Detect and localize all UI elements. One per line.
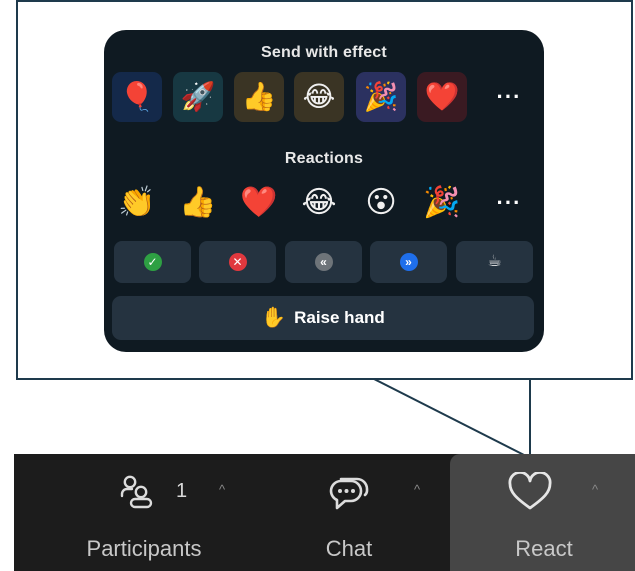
reactions-more-button[interactable]: ··· xyxy=(489,183,529,223)
participant-count: 1 xyxy=(176,480,188,502)
effect-thumbs-up-button[interactable]: 👍 xyxy=(234,72,284,122)
chat-button[interactable]: Chat xyxy=(294,454,404,571)
chat-label: Chat xyxy=(325,536,373,561)
reaction-open-mouth-button[interactable]: 😮 xyxy=(356,180,406,226)
go-slower-button[interactable]: « xyxy=(285,241,362,283)
status-row: ✓ ✕ « » ☕ xyxy=(104,241,544,283)
party-popper-icon: 🎉 xyxy=(423,186,461,219)
raised-hand-icon: ✋ xyxy=(261,307,287,329)
heart-outline-icon xyxy=(508,472,552,510)
effect-heart-button[interactable]: ❤️ xyxy=(417,72,467,122)
coffee-icon: ☕ xyxy=(487,253,502,270)
reaction-tears-of-joy-button[interactable]: 😂 xyxy=(294,180,344,226)
reaction-clapping-hands-button[interactable]: 👏 xyxy=(112,180,162,226)
thumbs-up-icon: 👍 xyxy=(179,186,217,219)
reactions-title: Reactions xyxy=(284,150,364,167)
participants-icon xyxy=(120,475,153,509)
rewind-icon: « xyxy=(314,253,333,271)
x-icon: ✕ xyxy=(228,253,247,271)
raise-hand-label: Raise hand xyxy=(294,308,385,327)
check-icon: ✓ xyxy=(143,253,162,271)
effect-party-popper-button[interactable]: 🎉 xyxy=(356,72,406,122)
go-faster-button[interactable]: » xyxy=(370,241,447,283)
party-popper-icon: 🎉 xyxy=(363,81,399,112)
participants-label: Participants xyxy=(86,536,202,561)
react-label: React xyxy=(515,536,573,561)
effect-rocket-button[interactable]: 🚀 xyxy=(173,72,223,122)
effect-balloon-button[interactable]: 🎈 xyxy=(112,72,162,122)
tears-of-joy-icon: 😂 xyxy=(302,81,336,112)
heart-icon: ❤️ xyxy=(240,186,278,219)
effects-row: 🎈 🚀 👍 😂 🎉 ❤️ ··· xyxy=(104,72,544,122)
reaction-thumbs-up-button[interactable]: 👍 xyxy=(173,180,223,226)
reaction-heart-button[interactable]: ❤️ xyxy=(234,180,284,226)
balloon-icon: 🎈 xyxy=(119,81,155,112)
send-with-effect-title: Send with effect xyxy=(261,44,387,61)
open-mouth-icon: 😮 xyxy=(365,186,397,219)
clapping-hands-icon: 👏 xyxy=(118,186,156,219)
tears-of-joy-icon: 😂 xyxy=(301,186,337,219)
chat-options-caret[interactable]: ^ xyxy=(414,482,420,497)
reactions-row: 👏 👍 ❤️ 😂 😮 🎉 ··· xyxy=(104,180,544,226)
raise-hand-button[interactable]: ✋ Raise hand xyxy=(112,296,534,340)
heart-icon: ❤️ xyxy=(424,81,460,112)
participants-options-caret[interactable]: ^ xyxy=(219,482,225,497)
reaction-party-popper-button[interactable]: 🎉 xyxy=(417,180,467,226)
effect-tears-of-joy-button[interactable]: 😂 xyxy=(294,72,344,122)
no-button[interactable]: ✕ xyxy=(199,241,276,283)
yes-button[interactable]: ✓ xyxy=(114,241,191,283)
coffee-break-button[interactable]: ☕ xyxy=(456,241,533,283)
participants-button[interactable]: 1 Participants xyxy=(64,454,224,571)
effects-more-button[interactable]: ··· xyxy=(489,77,529,117)
react-button[interactable]: React xyxy=(484,454,604,571)
react-options-caret[interactable]: ^ xyxy=(592,482,598,497)
thumbs-up-icon: 👍 xyxy=(241,81,277,112)
chat-icon xyxy=(329,477,369,510)
meeting-toolbar: 1 Participants ^ Chat ^ React ^ xyxy=(14,454,635,571)
reactions-panel: Send with effect 🎈 🚀 👍 😂 🎉 ❤️ ··· Reacti… xyxy=(104,30,544,352)
fast-forward-icon: » xyxy=(399,253,418,271)
rocket-icon: 🚀 xyxy=(180,81,216,112)
